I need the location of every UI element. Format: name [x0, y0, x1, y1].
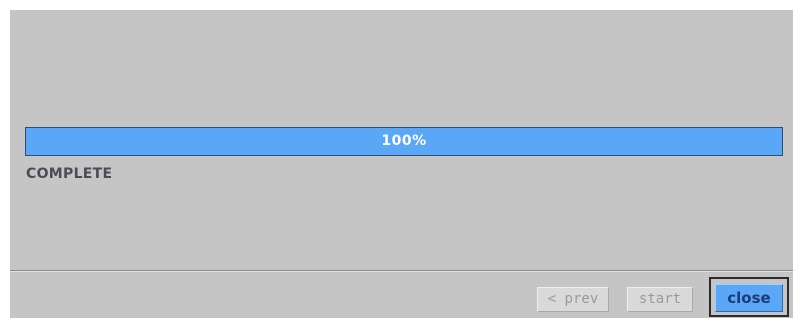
progress-dialog: 100% COMPLETE < prev start close [10, 10, 793, 318]
progress-bar: 100% [25, 127, 783, 156]
prev-button[interactable]: < prev [537, 287, 609, 312]
progress-percent-label: 100% [381, 133, 427, 149]
status-label: COMPLETE [26, 166, 113, 182]
start-button[interactable]: start [627, 287, 693, 312]
close-button[interactable]: close [715, 284, 783, 312]
footer-divider [10, 270, 793, 272]
